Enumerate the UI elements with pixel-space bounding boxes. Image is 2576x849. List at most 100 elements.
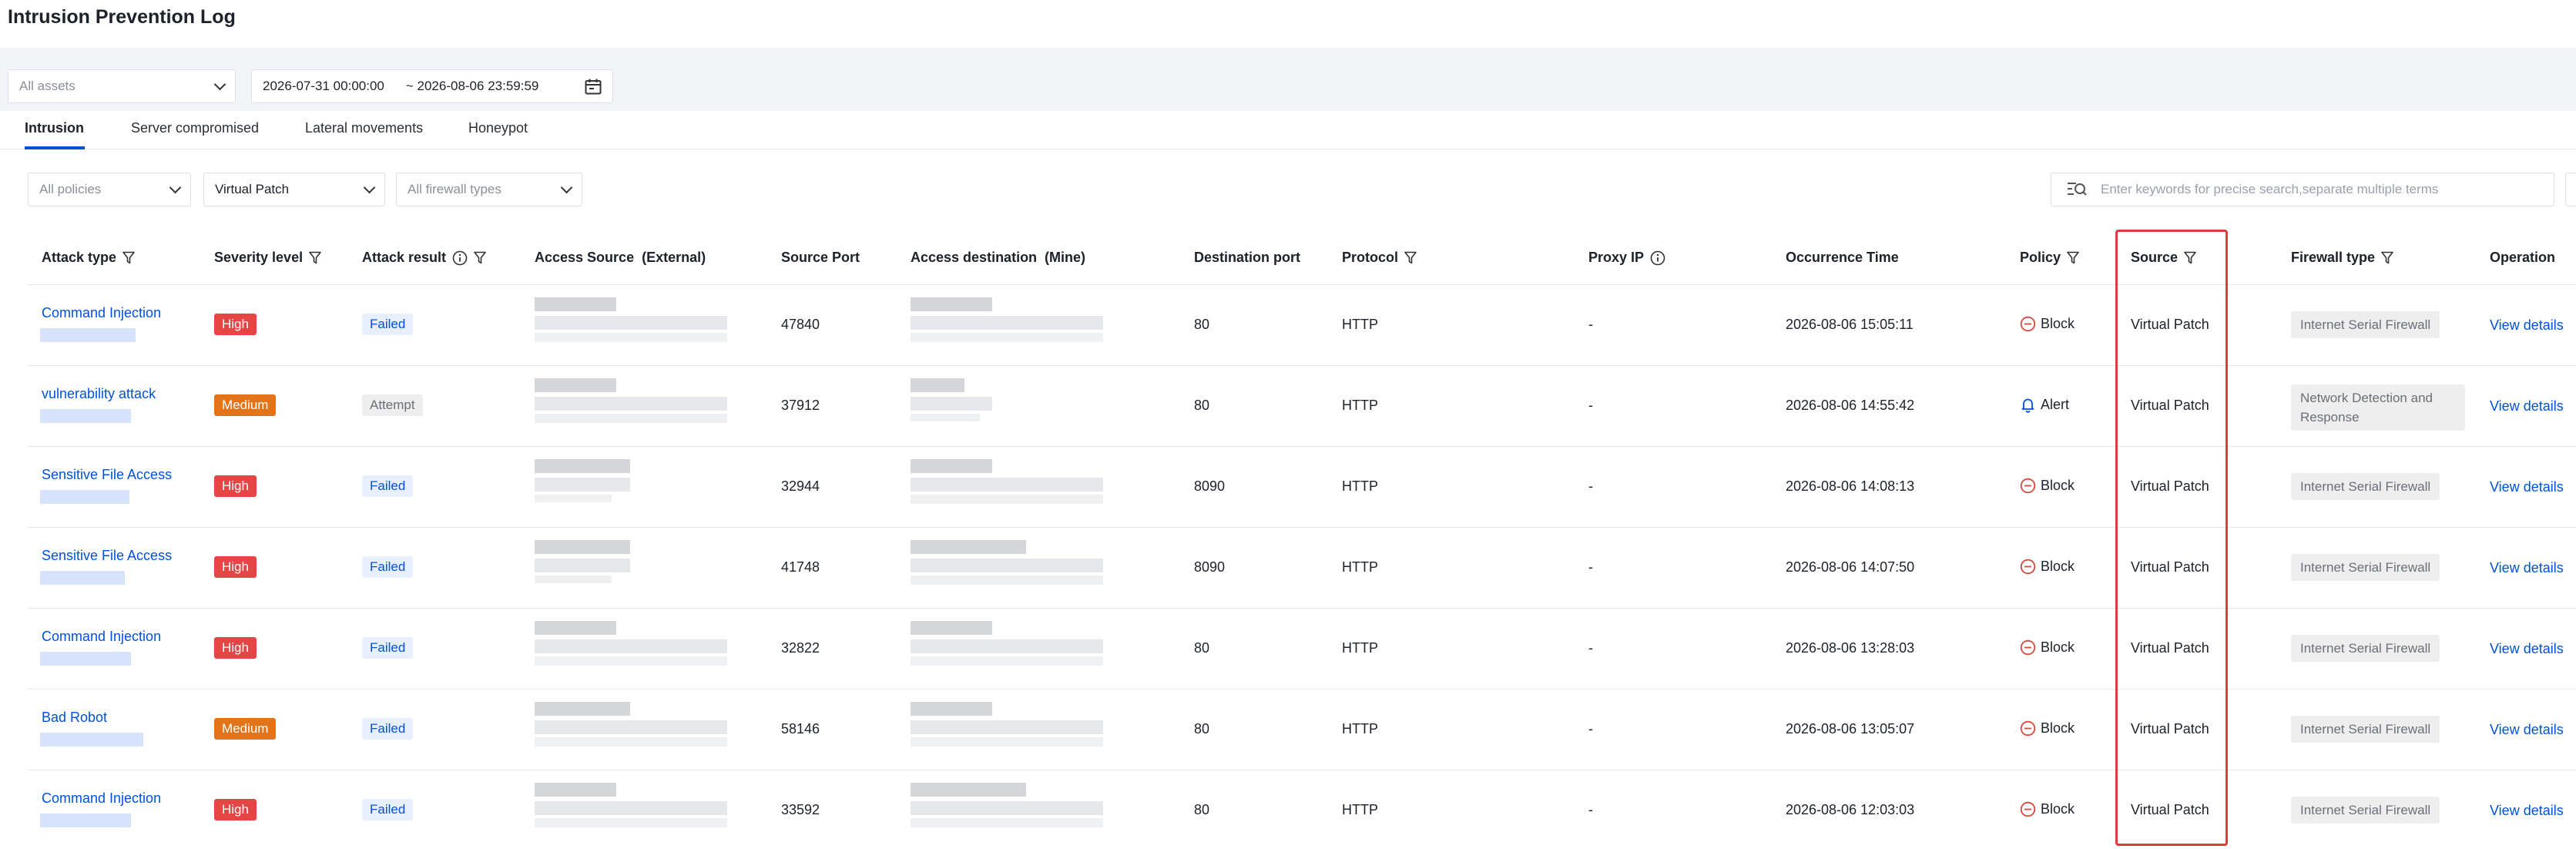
redacted-destination-ip <box>911 720 1103 734</box>
col-protocol: Protocol <box>1342 250 1417 266</box>
block-icon <box>2020 316 2036 332</box>
firewall-type-tag: Internet Serial Firewall <box>2291 716 2440 743</box>
view-details-link[interactable]: View details <box>2490 398 2564 414</box>
block-icon <box>2020 720 2036 737</box>
filter-icon[interactable] <box>2381 251 2393 264</box>
col-proxy-ip-label: Proxy IP <box>1588 250 1645 265</box>
filter-icon[interactable] <box>2184 251 2196 264</box>
redacted-destination-ip <box>911 333 1103 342</box>
table-row: Command Injection High Failed 32822 80 HTTP - 2… <box>28 609 2576 690</box>
severity-badge: Medium <box>214 718 277 740</box>
col-access-source: Access Source (External) <box>535 250 706 266</box>
toolbar: All assets 2026-07-31 00:00:00 ~ 2026-08… <box>0 48 2576 111</box>
col-occurrence-time-label: Occurrence Time <box>1786 250 1899 265</box>
filter-icon[interactable] <box>122 251 135 264</box>
firewall-type-tag: Internet Serial Firewall <box>2291 635 2440 662</box>
firewall-types-select[interactable]: All firewall types <box>396 173 582 206</box>
redacted-destination-ip <box>911 397 992 411</box>
view-details-link[interactable]: View details <box>2490 641 2564 657</box>
col-severity-label: Severity level <box>214 250 304 265</box>
filter-icon[interactable] <box>2067 251 2079 264</box>
calendar-icon <box>585 79 602 95</box>
view-details-link[interactable]: View details <box>2490 722 2564 738</box>
chevron-down-icon <box>560 181 573 193</box>
attack-type-link[interactable]: vulnerability attack <box>42 386 156 402</box>
tab-intrusion[interactable]: Intrusion <box>25 120 84 136</box>
redacted-source-ip <box>535 720 727 734</box>
attack-type-link[interactable]: Command Injection <box>42 790 161 807</box>
severity-badge: High <box>214 314 257 335</box>
table-row: Bad Robot Medium Failed 58146 80 HTTP - 2026-08… <box>28 690 2576 770</box>
policies-select[interactable]: All policies <box>28 173 191 206</box>
attack-type-link[interactable]: Command Injection <box>42 629 161 645</box>
source-value: Virtual Patch <box>2131 802 2209 817</box>
proxy-ip: - <box>1588 317 1593 332</box>
view-details-link[interactable]: View details <box>2490 560 2564 576</box>
firewall-type-tag: Internet Serial Firewall <box>2291 797 2440 824</box>
block-icon <box>2020 559 2036 575</box>
col-policy: Policy <box>2020 250 2079 266</box>
destination-port: 80 <box>1194 398 1210 413</box>
filter-icon[interactable] <box>309 251 321 264</box>
bell-icon <box>2021 398 2034 413</box>
redacted-destination-ip <box>911 576 1103 585</box>
date-range-picker[interactable]: 2026-07-31 00:00:00 ~ 2026-08-06 23:59:5… <box>251 69 613 103</box>
occurrence-time: 2026-08-06 15:05:11 <box>1786 317 1914 332</box>
attack-type-link[interactable]: Command Injection <box>42 305 161 321</box>
info-icon[interactable] <box>1650 250 1665 266</box>
table-row: Sensitive File Access High Failed 32944 8090… <box>28 447 2576 528</box>
filter-icon[interactable] <box>474 251 486 264</box>
settings-button[interactable] <box>2565 173 2576 206</box>
redacted-source-ip <box>535 333 727 342</box>
view-details-link[interactable]: View details <box>2490 803 2564 819</box>
destination-port: 80 <box>1194 802 1210 817</box>
col-policy-label: Policy <box>2020 250 2061 265</box>
policy-status: Block <box>2020 478 2075 494</box>
redacted-source-ip <box>535 559 630 572</box>
view-details-link[interactable]: View details <box>2490 479 2564 495</box>
protocol: HTTP <box>1342 317 1378 332</box>
redacted-detail <box>40 409 131 423</box>
policies-select-value: All policies <box>39 182 102 196</box>
info-icon[interactable] <box>452 250 468 266</box>
redacted-destination-ip <box>911 459 992 473</box>
attack-result-badge: Failed <box>362 314 414 335</box>
attack-type-link[interactable]: Sensitive File Access <box>42 548 172 564</box>
main-panel: Intrusion Server compromised Lateral mov… <box>0 111 2576 849</box>
attack-type-link[interactable]: Bad Robot <box>42 710 107 726</box>
attack-type-link[interactable]: Sensitive File Access <box>42 467 172 483</box>
redacted-source-ip <box>535 397 727 411</box>
policy-label: Block <box>2041 559 2075 574</box>
source-value: Virtual Patch <box>2131 559 2209 575</box>
col-attack-type: Attack type <box>42 250 135 266</box>
redacted-destination-ip <box>911 297 992 311</box>
col-destination-port-label: Destination port <box>1194 250 1300 265</box>
assets-select[interactable]: All assets <box>8 69 236 103</box>
destination-port: 8090 <box>1194 559 1226 575</box>
date-end: ~ 2026-08-06 23:59:59 <box>405 79 539 93</box>
search-input[interactable] <box>2101 182 2532 197</box>
col-firewall-type: Firewall type <box>2291 250 2393 266</box>
source-value: Virtual Patch <box>2131 478 2209 494</box>
redacted-source-ip <box>535 656 727 666</box>
occurrence-time: 2026-08-06 14:55:42 <box>1786 398 1915 413</box>
occurrence-time: 2026-08-06 14:07:50 <box>1786 559 1915 575</box>
firewall-type-tag: Internet Serial Firewall <box>2291 473 2440 500</box>
tab-honeypot[interactable]: Honeypot <box>468 120 528 136</box>
tab-lateral-movements[interactable]: Lateral movements <box>305 120 423 136</box>
table-header: Attack type Severity level Attack result… <box>28 231 2576 285</box>
chevron-down-icon <box>363 181 376 193</box>
redacted-source-ip <box>535 316 727 330</box>
source-select[interactable]: Virtual Patch <box>203 173 385 206</box>
proxy-ip: - <box>1588 721 1593 737</box>
filter-icon[interactable] <box>1404 251 1417 264</box>
redacted-destination-ip <box>911 656 1103 666</box>
view-details-link[interactable]: View details <box>2490 317 2564 334</box>
severity-badge: Medium <box>214 394 277 416</box>
tab-server-compromised[interactable]: Server compromised <box>131 120 259 136</box>
source-port: 58146 <box>781 721 820 737</box>
policy-status: Block <box>2020 801 2075 817</box>
redacted-source-ip <box>535 414 727 423</box>
occurrence-time: 2026-08-06 13:28:03 <box>1786 640 1915 656</box>
redacted-source-ip <box>535 576 612 583</box>
